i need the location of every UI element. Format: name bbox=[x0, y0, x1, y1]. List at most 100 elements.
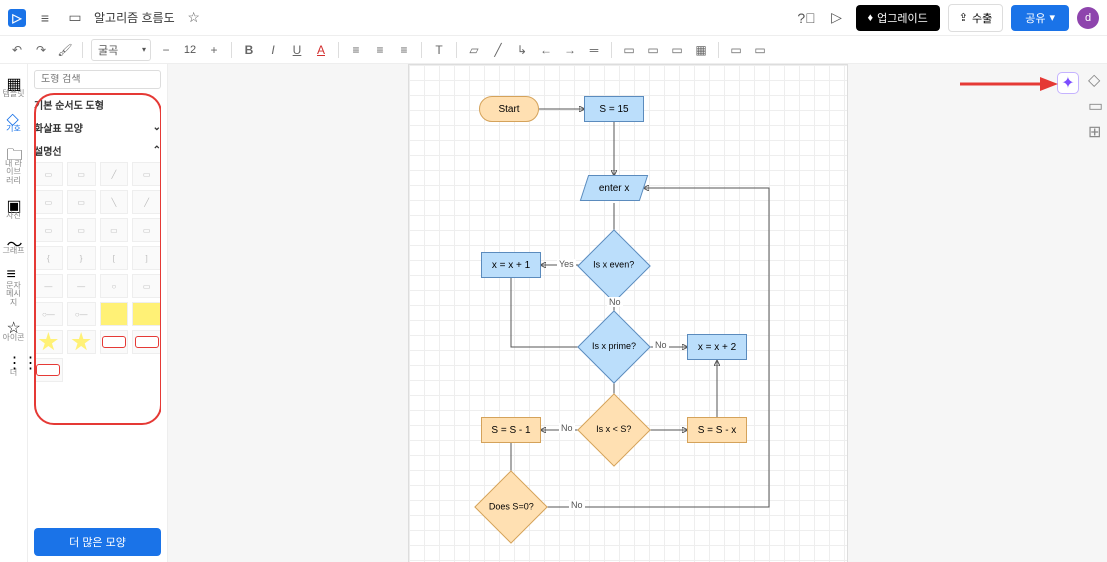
shape-thumb[interactable] bbox=[67, 330, 96, 354]
undo-icon[interactable]: ↶ bbox=[8, 41, 26, 59]
shape-thumb[interactable]: ▭ bbox=[100, 218, 129, 242]
shape-thumb[interactable] bbox=[100, 302, 129, 326]
node-even[interactable]: Is x even? bbox=[577, 229, 651, 303]
share-button[interactable]: 공유 ▾ bbox=[1011, 5, 1069, 31]
right-shape-icon[interactable]: ◇ bbox=[1088, 70, 1102, 84]
shape-thumb[interactable]: ▭ bbox=[67, 190, 96, 214]
right-grid-icon[interactable]: ⊞ bbox=[1088, 122, 1102, 136]
play-icon[interactable]: ▷ bbox=[826, 7, 848, 29]
shape-thumb[interactable]: ╱ bbox=[132, 190, 161, 214]
fill-icon[interactable]: ▱ bbox=[465, 41, 483, 59]
arrow-end-icon[interactable]: → bbox=[561, 41, 579, 59]
node-s0[interactable]: Does S=0? bbox=[474, 470, 548, 544]
canvas[interactable]: Start S = 15 enter x Is x even? x = x + … bbox=[168, 64, 1107, 562]
align-left-icon[interactable]: ≡ bbox=[347, 41, 365, 59]
shape-thumb[interactable]: ○ bbox=[100, 274, 129, 298]
ai-button[interactable]: ✦ bbox=[1057, 72, 1079, 94]
layers-icon[interactable]: ▭ bbox=[727, 41, 745, 59]
table-icon[interactable]: ▦ bbox=[692, 41, 710, 59]
category-arrows[interactable]: 화살표 모양⌄ bbox=[34, 116, 161, 139]
node-start[interactable]: Start bbox=[479, 96, 539, 122]
node-enterx[interactable]: enter x bbox=[580, 175, 648, 201]
edge-label-yes: Yes bbox=[557, 259, 576, 269]
shape-thumb[interactable]: ▭ bbox=[34, 162, 63, 186]
paper[interactable]: Start S = 15 enter x Is x even? x = x + … bbox=[408, 64, 848, 562]
page-icon[interactable]: ▭ bbox=[620, 41, 638, 59]
italic-icon[interactable]: I bbox=[264, 41, 282, 59]
right-comment-icon[interactable]: ▭ bbox=[1088, 96, 1102, 110]
rail-more[interactable]: ⋮⋮더 bbox=[2, 349, 26, 382]
group-icon[interactable]: ▭ bbox=[751, 41, 769, 59]
font-select[interactable]: 굴곡 bbox=[91, 39, 151, 61]
container-icon[interactable]: ▭ bbox=[644, 41, 662, 59]
align-valign-icon[interactable]: ≡ bbox=[395, 41, 413, 59]
search-input[interactable] bbox=[41, 74, 173, 85]
edge-label-no: No bbox=[653, 340, 669, 350]
shape-thumb[interactable]: ○— bbox=[67, 302, 96, 326]
node-xp1[interactable]: x = x + 1 bbox=[481, 252, 541, 278]
shape-thumb[interactable]: } bbox=[67, 246, 96, 270]
rail-images[interactable]: ▣사진 bbox=[2, 192, 26, 225]
rail-icons[interactable]: ☆아이콘 bbox=[2, 314, 26, 347]
shape-thumb[interactable]: ▭ bbox=[34, 218, 63, 242]
size-plus[interactable]: + bbox=[205, 41, 223, 59]
paint-icon[interactable]: 🖌 bbox=[56, 41, 74, 59]
image-icon[interactable]: ▭ bbox=[668, 41, 686, 59]
shape-thumb[interactable]: ▭ bbox=[67, 162, 96, 186]
size-minus[interactable]: − bbox=[157, 41, 175, 59]
text-tool-icon[interactable]: T bbox=[430, 41, 448, 59]
connector-icon[interactable]: ↳ bbox=[513, 41, 531, 59]
shape-thumb[interactable]: { bbox=[34, 246, 63, 270]
category-basic[interactable]: 기본 순서도 도형 bbox=[34, 93, 161, 116]
help-icon[interactable]: ?⃝ bbox=[796, 7, 818, 29]
rail-templates[interactable]: ▦템플릿 bbox=[2, 70, 26, 103]
line-style-icon[interactable]: ═ bbox=[585, 41, 603, 59]
app-logo[interactable]: ▷ bbox=[8, 9, 26, 27]
shape-search[interactable]: 🔍 bbox=[34, 70, 161, 89]
bold-icon[interactable]: B bbox=[240, 41, 258, 59]
shape-thumb[interactable] bbox=[132, 330, 161, 354]
shape-thumb[interactable]: ▭ bbox=[67, 218, 96, 242]
shape-thumb[interactable] bbox=[34, 330, 63, 354]
shape-thumb[interactable]: ▭ bbox=[132, 274, 161, 298]
node-smx[interactable]: S = S - x bbox=[687, 417, 747, 443]
shape-thumb[interactable] bbox=[34, 358, 63, 382]
avatar[interactable]: d bbox=[1077, 7, 1099, 29]
redo-icon[interactable]: ↷ bbox=[32, 41, 50, 59]
upgrade-button[interactable]: ♦ 업그레이드 bbox=[856, 5, 940, 31]
node-less[interactable]: Is x < S? bbox=[577, 393, 651, 467]
category-callouts[interactable]: 설명선⌃ bbox=[34, 139, 161, 162]
arrow-start-icon[interactable]: ← bbox=[537, 41, 555, 59]
font-size[interactable]: 12 bbox=[181, 44, 199, 56]
node-xp2[interactable]: x = x + 2 bbox=[687, 334, 747, 360]
doc-title[interactable]: 알고리즘 흐름도 bbox=[94, 9, 175, 26]
node-prime[interactable]: Is x prime? bbox=[577, 310, 651, 384]
export-button[interactable]: ⇪ 수출 bbox=[948, 4, 1003, 32]
align-center-icon[interactable]: ≡ bbox=[371, 41, 389, 59]
more-shapes-button[interactable]: 더 많은 모양 bbox=[34, 528, 161, 556]
line-icon[interactable]: ╱ bbox=[489, 41, 507, 59]
shape-thumb[interactable]: ╱ bbox=[100, 162, 129, 186]
underline-icon[interactable]: U bbox=[288, 41, 306, 59]
font-color-icon[interactable]: A bbox=[312, 41, 330, 59]
shape-thumb[interactable]: ╲ bbox=[100, 190, 129, 214]
chevron-down-icon: ⌄ bbox=[153, 122, 161, 133]
shape-thumb[interactable]: — bbox=[67, 274, 96, 298]
shape-thumb[interactable]: — bbox=[34, 274, 63, 298]
shape-thumb[interactable]: ▭ bbox=[132, 162, 161, 186]
rail-text[interactable]: ≡문자 메시 지 bbox=[2, 262, 26, 312]
shape-thumb[interactable]: ○— bbox=[34, 302, 63, 326]
rail-charts[interactable]: 〜그래프 bbox=[2, 227, 26, 260]
rail-shapes[interactable]: ◇기호 bbox=[2, 105, 26, 138]
node-sm1[interactable]: S = S - 1 bbox=[481, 417, 541, 443]
star-icon[interactable]: ☆ bbox=[183, 7, 205, 29]
shape-thumb[interactable]: ▭ bbox=[132, 218, 161, 242]
shape-thumb[interactable]: [ bbox=[100, 246, 129, 270]
shape-thumb[interactable]: ▭ bbox=[34, 190, 63, 214]
node-s15[interactable]: S = 15 bbox=[584, 96, 644, 122]
shape-thumb[interactable]: ] bbox=[132, 246, 161, 270]
menu-icon[interactable]: ≡ bbox=[34, 7, 56, 29]
shape-thumb[interactable] bbox=[132, 302, 161, 326]
rail-library[interactable]: 🗀내 라이브 러리 bbox=[2, 140, 26, 190]
shape-thumb[interactable] bbox=[100, 330, 129, 354]
